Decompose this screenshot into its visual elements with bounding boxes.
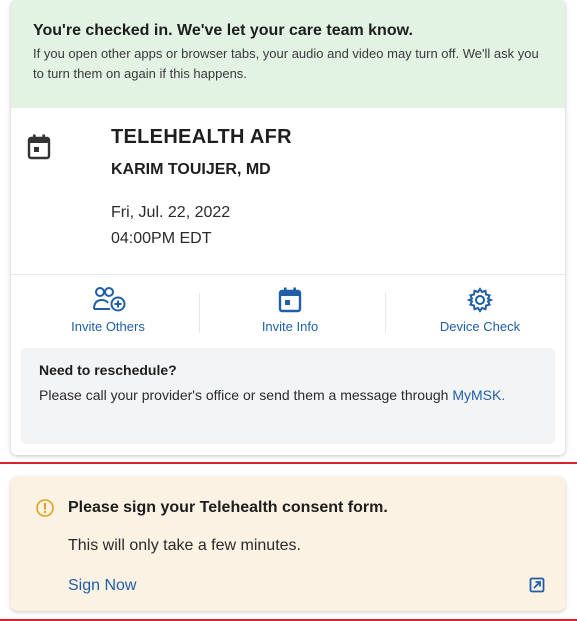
checkin-banner: You're checked in. We've let your care t…: [11, 0, 565, 108]
consent-subtitle: This will only take a few minutes.: [68, 537, 301, 554]
gear-icon: [467, 287, 493, 313]
calendar-icon: [27, 134, 51, 160]
action-divider: [199, 293, 200, 333]
invite-info-label: Invite Info: [261, 319, 319, 334]
reschedule-text: Please call your provider's office or se…: [39, 385, 537, 406]
checkin-title: You're checked in. We've let your care t…: [33, 22, 413, 39]
calendar-icon: [278, 287, 302, 313]
checkin-message: If you open other apps or browser tabs, …: [33, 46, 539, 81]
sign-now-link[interactable]: Sign Now: [68, 577, 136, 595]
reschedule-title: Need to reschedule?: [39, 362, 177, 378]
reschedule-message: Please call your provider's office or se…: [39, 387, 453, 403]
highlight-border-top: [0, 462, 577, 464]
appointment-date: Fri, Jul. 22, 2022: [111, 204, 231, 221]
device-check-label: Device Check: [439, 319, 521, 334]
provider-name: KARIM TOUIJER, MD: [111, 161, 271, 178]
appointment-details: TELEHEALTH AFR KARIM TOUIJER, MD Fri, Ju…: [11, 108, 565, 275]
invite-people-icon: [93, 287, 126, 312]
action-divider: [385, 293, 386, 333]
consent-card: Please sign your Telehealth consent form…: [11, 477, 565, 611]
action-bar: Invite Others Invite Info Device Check: [11, 275, 565, 347]
invite-others-button[interactable]: Invite Others: [33, 285, 183, 334]
mymsk-link[interactable]: MyMSK.: [452, 387, 505, 403]
appointment-time: 04:00PM EDT: [111, 230, 212, 247]
device-check-button[interactable]: Device Check: [405, 285, 555, 334]
appointment-card: You're checked in. We've let your care t…: [11, 0, 565, 455]
warning-icon: [36, 499, 54, 517]
reschedule-box: Need to reschedule? Please call your pro…: [21, 348, 555, 444]
external-link-icon[interactable]: [529, 577, 545, 593]
consent-title: Please sign your Telehealth consent form…: [68, 499, 388, 516]
invite-others-label: Invite Others: [71, 319, 145, 334]
appointment-type: TELEHEALTH AFR: [111, 126, 292, 148]
invite-info-button[interactable]: Invite Info: [215, 285, 365, 334]
